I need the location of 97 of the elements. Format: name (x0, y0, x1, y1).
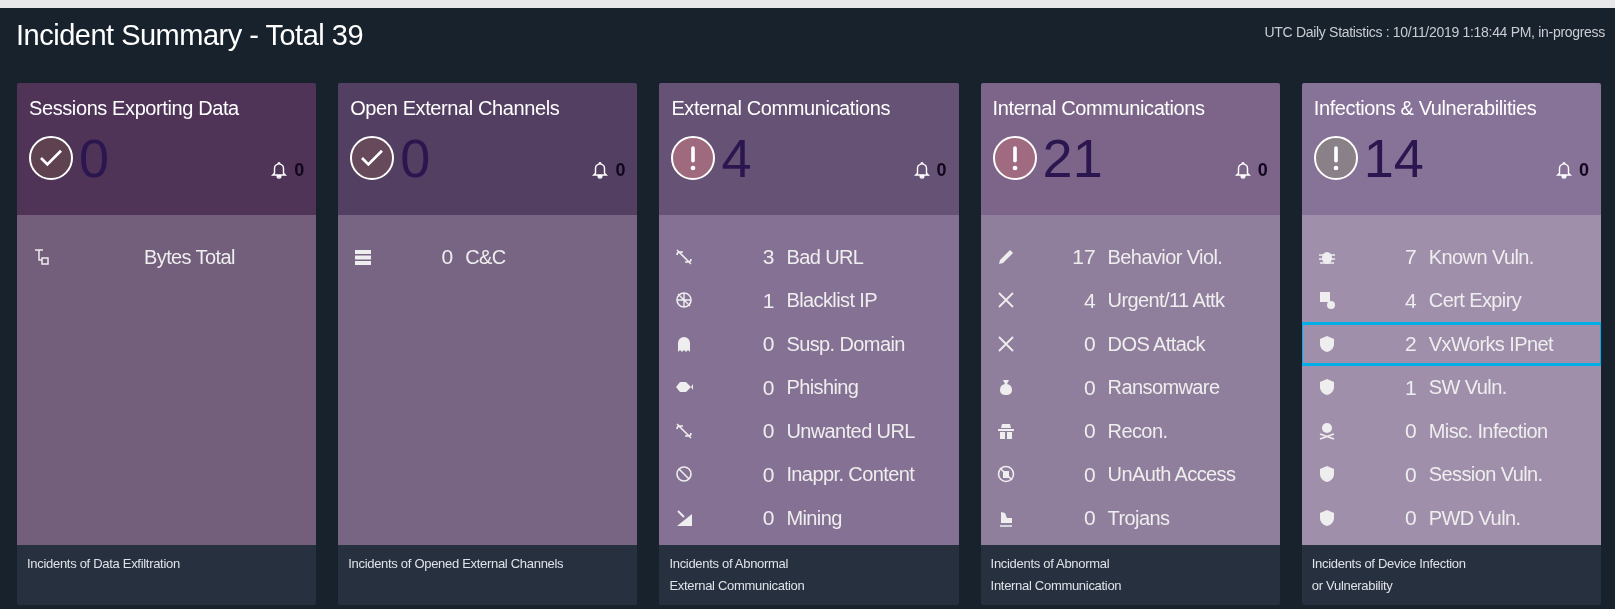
incident-row[interactable]: 0 Mining (659, 496, 959, 540)
bell-icon (591, 160, 610, 180)
row-label: Urgent/11 Attk (1107, 288, 1225, 314)
bell-icon (912, 160, 931, 180)
prohibited-icon (674, 464, 695, 485)
incident-row[interactable]: 0 Misc. Infection (1301, 409, 1601, 453)
incident-row[interactable]: 0 PWD Vuln. (1301, 496, 1601, 540)
card-title: External Communications (671, 96, 892, 121)
row-label: VxWorks IPnet (1428, 331, 1553, 357)
row-label: Known Vuln. (1428, 244, 1534, 270)
row-label: Unwanted URL (786, 418, 915, 444)
incident-row[interactable]: 0 Ransomware (980, 365, 1280, 409)
row-label: PWD Vuln. (1428, 505, 1521, 531)
row-count: 17 (1071, 244, 1096, 270)
row-count: 0 (1082, 331, 1096, 357)
incident-row[interactable]: 2 VxWorks IPnet (1301, 322, 1601, 366)
row-label: Behavior Viol. (1107, 244, 1223, 270)
row-label: DOS Attack (1107, 331, 1205, 357)
row-count: 0 (1404, 505, 1417, 531)
row-count: 1 (1404, 374, 1417, 401)
card-footer: Incidents of Device Infection or Vulnerability (1301, 545, 1601, 605)
card-title: Internal Communications (992, 96, 1206, 121)
statistics-timestamp: UTC Daily Statistics : 10/11/2019 1:18:44 PM, in-progress (1264, 23, 1605, 42)
row-count: 0 (761, 461, 775, 488)
incident-row[interactable]: 0 Phishing (659, 365, 959, 409)
card-footer: Incidents of Abnormal External Communication (659, 545, 959, 605)
card-footer: Incidents of Data Exfiltration (17, 545, 317, 605)
row-label: Phishing (786, 375, 859, 401)
row-label: SW Vuln. (1428, 375, 1507, 401)
row-count: 0 (1082, 418, 1096, 444)
row-label: Ransomware (1107, 375, 1220, 401)
row-label: Susp. Domain (786, 331, 905, 357)
incident-row[interactable]: 0 Inappr. Content (659, 452, 959, 496)
row-count: 0 (1404, 461, 1417, 488)
alert-count: 0 (936, 158, 947, 182)
row-count: 0 (761, 374, 775, 401)
card-footer: Incidents of Opened External Channels (338, 545, 638, 605)
card-title: Open External Channels (350, 96, 561, 121)
row-count: 3 (761, 244, 775, 270)
blocked-globe-icon (674, 290, 695, 311)
bell-icon (1555, 160, 1573, 180)
row-label: Cert Expiry (1428, 288, 1522, 314)
crossed-swords-icon (995, 333, 1016, 354)
incident-row[interactable]: 1 Blacklist IP (659, 278, 959, 322)
incident-row[interactable]: 17 Behavior Viol. (980, 235, 1280, 279)
row-label: C&C (465, 244, 506, 270)
row-label: Blacklist IP (786, 288, 877, 314)
incident-row[interactable]: 4 Urgent/11 Attk (980, 278, 1280, 322)
bell-icon (270, 160, 289, 180)
incident-row[interactable]: 7 Known Vuln. (1301, 235, 1601, 279)
row-count: 4 (1404, 287, 1417, 314)
row-count: 0 (761, 418, 775, 444)
blocked-hand-icon (995, 464, 1016, 485)
row-label: Recon. (1107, 418, 1168, 444)
row-count: 0 (1082, 374, 1096, 401)
incident-row[interactable]: 0 Susp. Domain (659, 322, 959, 366)
row-label: Bad URL (786, 244, 864, 270)
card-footer: Incidents of Abnormal Internal Communication (980, 545, 1280, 605)
row-count: 2 (1404, 331, 1417, 357)
incident-row[interactable]: 0 Recon. (980, 409, 1280, 453)
incident-row[interactable]: 0 Session Vuln. (1301, 452, 1601, 496)
row-count: 0 (761, 505, 775, 531)
row-count: 0 (761, 331, 775, 357)
incident-row[interactable]: 4 Cert Expiry (1301, 278, 1601, 322)
incident-row[interactable]: Bytes Total (17, 235, 317, 279)
row-count: 0 (1404, 418, 1417, 444)
incident-row[interactable]: 0 C&C (338, 235, 638, 279)
alert-count: 0 (1257, 158, 1268, 182)
incident-row[interactable]: 0 DOS Attack (980, 322, 1280, 366)
row-count: 1 (761, 287, 775, 314)
incident-count: 21 (1042, 131, 1103, 185)
incident-count: 4 (721, 131, 752, 185)
row-count: 0 (440, 244, 454, 270)
row-label: Trojans (1107, 505, 1170, 531)
alert-count: 0 (294, 158, 305, 182)
row-label: UnAuth Access (1107, 462, 1236, 488)
row-label: Bytes Total (144, 244, 235, 270)
incident-row[interactable]: 0 Unwanted URL (659, 409, 959, 453)
alert-count: 0 (1579, 158, 1589, 182)
row-count: 7 (1404, 244, 1417, 270)
incident-count: 14 (1363, 131, 1424, 185)
incident-row[interactable]: 1 SW Vuln. (1301, 365, 1601, 409)
row-label: Misc. Infection (1428, 418, 1548, 444)
page-title: Incident Summary - Total 39 (16, 18, 364, 53)
row-label: Inappr. Content (786, 462, 915, 488)
row-label: Mining (786, 505, 842, 531)
row-count: 0 (1082, 461, 1096, 488)
incident-row[interactable]: 0 Trojans (980, 496, 1280, 540)
row-label: Session Vuln. (1428, 462, 1543, 488)
row-count: 0 (1082, 505, 1096, 531)
card-title: Infections & Vulnerabilities (1313, 96, 1538, 121)
bell-icon (1233, 160, 1252, 180)
alert-count: 0 (615, 158, 626, 182)
row-count: 4 (1082, 287, 1096, 314)
incident-row[interactable]: 3 Bad URL (659, 235, 959, 279)
incident-row[interactable]: 0 UnAuth Access (980, 452, 1280, 496)
card-title: Sessions Exporting Data (29, 96, 240, 121)
